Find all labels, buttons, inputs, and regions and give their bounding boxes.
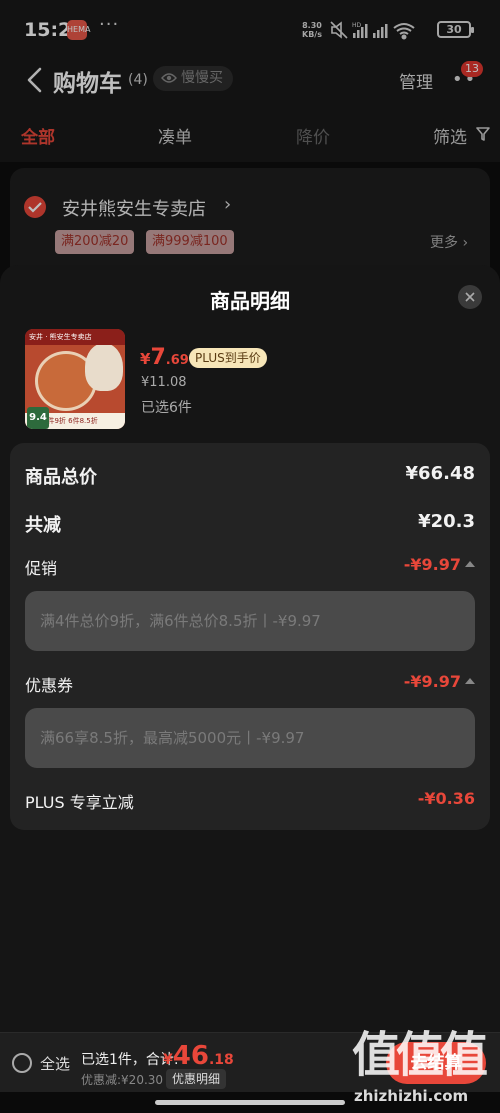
- product-price: ¥7.69: [140, 345, 189, 370]
- plus-price-tag: PLUS到手价: [189, 348, 267, 368]
- promo-label: 促销: [25, 559, 58, 578]
- coupon-toggle[interactable]: -¥9.97: [404, 672, 475, 691]
- checkout-button[interactable]: 去结算: [386, 1042, 486, 1084]
- coupon-value: -¥9.97: [403, 672, 461, 691]
- discount-amount: 优惠减:¥20.30: [81, 1073, 164, 1087]
- checkout-bar: 全选 已选1件，合计: ¥46.18 优惠减:¥20.30 优惠明细 去结算: [0, 1032, 500, 1092]
- chevron-up-icon: [465, 561, 475, 567]
- total-amount: ¥46.18: [163, 1041, 234, 1071]
- promo-toggle[interactable]: -¥9.97: [404, 555, 475, 574]
- thumbnail-header: 安井 · 熊安生专卖店: [25, 329, 125, 345]
- promo-detail: 满4件总价9折，满6件总价8.5折丨-¥9.97: [25, 591, 475, 651]
- promo-value: -¥9.97: [403, 555, 461, 574]
- total-price-label: 商品总价: [25, 467, 97, 488]
- discount-detail-button[interactable]: 优惠明细: [166, 1069, 227, 1089]
- home-indicator[interactable]: [155, 1100, 345, 1105]
- selected-quantity: 已选6件: [141, 400, 192, 416]
- total-reduction-label: 共减: [25, 515, 61, 536]
- close-icon: [465, 292, 475, 302]
- select-all-checkbox[interactable]: [12, 1053, 32, 1073]
- total-reduction-value: ¥20.3: [418, 511, 475, 532]
- plus-discount-label: PLUS 专享立减: [25, 793, 134, 812]
- product-thumbnail[interactable]: 安井 · 熊安生专卖店 4件9折 6件8.5折 9.4: [25, 329, 125, 429]
- coupon-detail: 满66享8.5折，最高减5000元丨-¥9.97: [25, 708, 475, 768]
- product-detail-sheet: 商品明细 安井 · 熊安生专卖店 4件9折 6件8.5折 9.4 ¥7.69 P…: [0, 265, 500, 1032]
- price-breakdown-panel: 商品总价 ¥66.48 共减 ¥20.3 促销 -¥9.97 满4件总价9折，满…: [10, 443, 490, 830]
- thumbnail-rank: 9.4: [27, 407, 49, 429]
- plus-discount-value: -¥0.36: [417, 789, 475, 808]
- original-price: ¥11.08: [141, 375, 187, 390]
- total-price-value: ¥66.48: [405, 463, 475, 484]
- thumbnail-dumpling: [85, 343, 123, 391]
- close-button[interactable]: [458, 285, 482, 309]
- chevron-up-icon: [465, 678, 475, 684]
- select-all-label[interactable]: 全选: [40, 1053, 70, 1074]
- coupon-label: 优惠券: [25, 676, 74, 695]
- sheet-title: 商品明细: [210, 289, 290, 313]
